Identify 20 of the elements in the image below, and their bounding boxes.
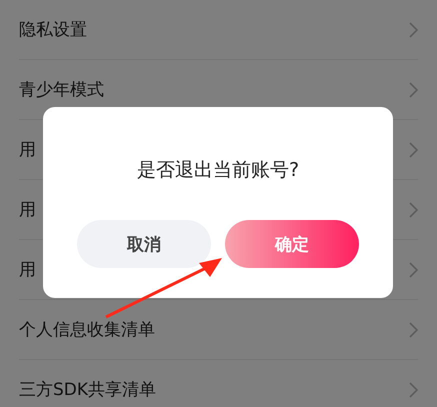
cancel-button[interactable]: 取消	[77, 220, 211, 268]
settings-label: 用	[19, 259, 36, 281]
chevron-icon	[409, 22, 418, 38]
dialog-message: 是否退出当前账号?	[136, 158, 300, 183]
settings-label: 用	[19, 199, 36, 221]
chevron-icon	[409, 82, 418, 98]
settings-label: 个人信息收集清单	[19, 319, 155, 341]
chevron-icon	[409, 382, 418, 398]
chevron-icon	[409, 142, 418, 158]
settings-row[interactable]: 个人信息收集清单	[19, 300, 418, 360]
confirm-button[interactable]: 确定	[225, 220, 359, 268]
settings-label: 隐私设置	[19, 19, 87, 41]
settings-label: 青少年模式	[19, 79, 104, 101]
chevron-icon	[409, 262, 418, 278]
settings-label: 三方SDK共享清单	[19, 379, 156, 401]
settings-label: 用	[19, 139, 36, 161]
chevron-icon	[409, 202, 418, 218]
settings-row[interactable]: 隐私设置	[19, 0, 418, 60]
settings-row[interactable]: 三方SDK共享清单	[19, 360, 418, 407]
chevron-icon	[409, 322, 418, 338]
